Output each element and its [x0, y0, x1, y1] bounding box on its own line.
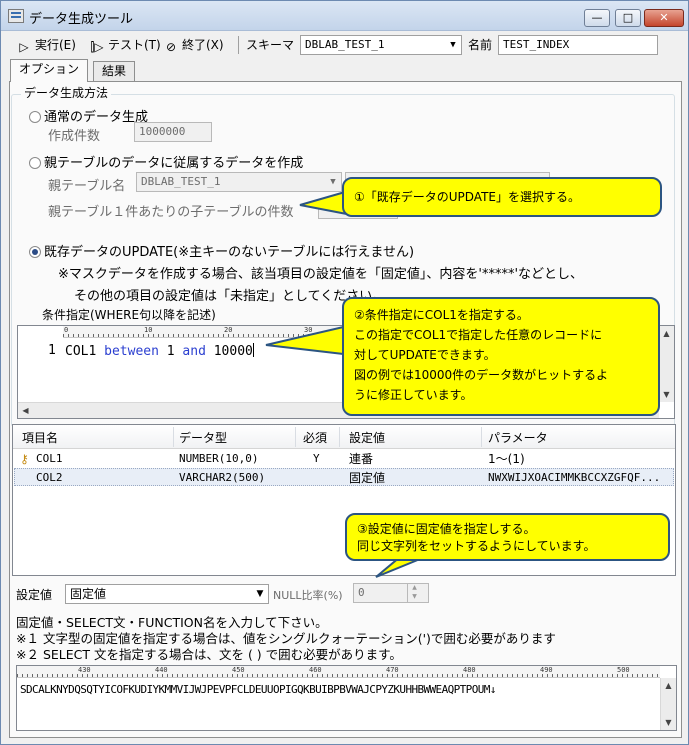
callout-2-tail: [265, 323, 353, 357]
callout-3: ③設定値に固定値を指定しする。 同じ文字列をセットするようにしています。: [345, 513, 670, 561]
callout-2: ②条件指定にCOL1を指定する。 この指定でCOL1で指定した任意のレコードに …: [342, 297, 660, 416]
callout-1-text: ①「既存データのUPDATE」を選択する。: [354, 190, 580, 204]
callout-3-line: 同じ文字列をセットするようにしています。: [357, 539, 596, 553]
callout-2-line: この指定でCOL1で指定した任意のレコードに: [354, 328, 603, 342]
callout-1: ①「既存データのUPDATE」を選択する。: [342, 177, 662, 217]
callout-2-line: うに修正しています。: [354, 388, 473, 402]
callout-3-line: ③設定値に固定値を指定しする。: [357, 522, 536, 536]
callout-2-line: ②条件指定にCOL1を指定する。: [354, 308, 529, 322]
callout-2-line: 図の例では10000件のデータ数がヒットするよ: [354, 368, 609, 382]
callout-2-line: 対してUPDATEできます。: [354, 348, 496, 362]
